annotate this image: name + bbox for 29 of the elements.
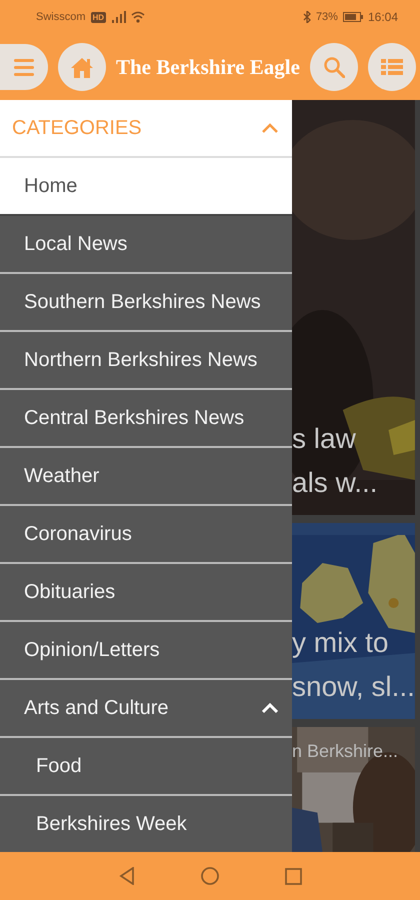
- menu-button[interactable]: [0, 44, 48, 90]
- recents-icon[interactable]: [284, 868, 302, 884]
- home-circle-icon[interactable]: [200, 867, 218, 885]
- story-headline[interactable]: s law: [292, 417, 415, 461]
- carrier-name: Swisscom: [36, 11, 86, 23]
- home-button[interactable]: [58, 43, 106, 91]
- menu-icon: [14, 58, 34, 76]
- bluetooth-icon: [302, 11, 311, 23]
- search-button[interactable]: [310, 43, 358, 91]
- app-title: The Berkshire Eagle: [116, 54, 300, 80]
- categories-label: CATEGORIES: [12, 116, 142, 140]
- list-button[interactable]: [368, 43, 416, 91]
- wifi-icon: [131, 11, 146, 23]
- menu-item[interactable]: Home: [0, 158, 292, 216]
- story-headline[interactable]: n Berkshire...: [292, 739, 415, 763]
- battery-percent: 73%: [316, 11, 338, 23]
- search-icon: [323, 56, 345, 78]
- signal-icon: [111, 11, 126, 23]
- story-card[interactable]: n Berkshire...: [292, 727, 415, 852]
- story-headline[interactable]: als w...: [292, 461, 415, 505]
- battery-icon: [342, 12, 363, 22]
- clock-time: 16:04: [368, 10, 398, 24]
- network-badge: HD: [90, 12, 106, 22]
- story-card[interactable]: y mix to snow, sl...: [292, 523, 415, 719]
- list-icon: [381, 59, 403, 75]
- back-icon[interactable]: [118, 867, 134, 885]
- story-card[interactable]: s law als w...: [292, 100, 415, 515]
- house-icon: [70, 56, 94, 78]
- story-headline[interactable]: y mix to: [292, 621, 415, 665]
